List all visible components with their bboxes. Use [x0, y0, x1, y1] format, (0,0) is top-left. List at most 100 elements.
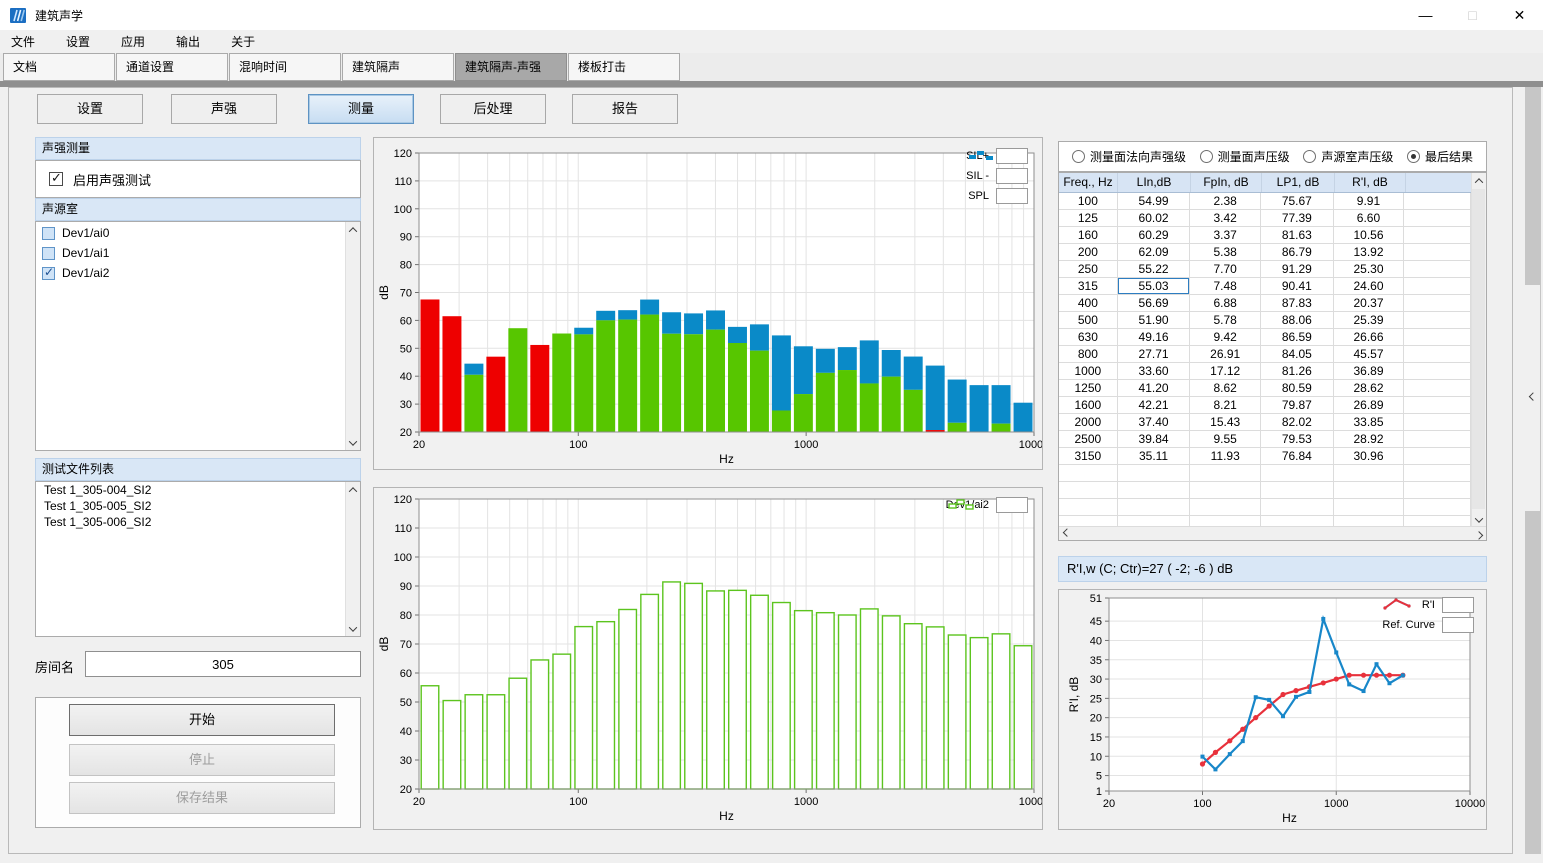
table-cell[interactable]: 800 [1059, 346, 1118, 363]
table-cell[interactable]: 37.40 [1118, 414, 1191, 431]
scroll-down-icon[interactable] [346, 621, 361, 636]
table-cell[interactable]: 2.38 [1190, 193, 1261, 210]
start-button[interactable]: 开始 [69, 704, 335, 736]
table-cell[interactable]: 8.62 [1190, 380, 1261, 397]
subtab-4[interactable]: 报告 [572, 94, 678, 124]
close-button[interactable]: ✕ [1496, 0, 1543, 30]
table-cell[interactable]: 55.03 [1118, 278, 1191, 295]
table-horizontal-scrollbar[interactable] [1059, 526, 1486, 540]
table-cell[interactable]: 30.96 [1334, 448, 1405, 465]
table-cell[interactable]: 26.91 [1190, 346, 1261, 363]
channel-item-0[interactable]: Dev1/ai0 [36, 224, 345, 242]
table-scrollbar-thumb[interactable] [1472, 189, 1485, 509]
table-cell[interactable]: 9.91 [1334, 193, 1405, 210]
table-cell[interactable]: 1250 [1059, 380, 1118, 397]
maximize-button[interactable]: □ [1449, 0, 1496, 30]
table-cell[interactable]: 1000 [1059, 363, 1118, 380]
menu-item-1[interactable]: 设置 [57, 30, 99, 53]
table-cell[interactable]: 5.78 [1190, 312, 1261, 329]
table-cell[interactable]: 33.60 [1118, 363, 1191, 380]
table-cell[interactable]: 45.57 [1334, 346, 1405, 363]
table-cell[interactable]: 51.90 [1118, 312, 1191, 329]
table-cell[interactable]: 3150 [1059, 448, 1118, 465]
table-cell[interactable]: 5.38 [1190, 244, 1261, 261]
radio-option-0[interactable]: 测量面法向声强级 [1072, 148, 1186, 165]
channel-item-1[interactable]: Dev1/ai1 [36, 244, 345, 262]
table-cell[interactable]: 81.63 [1261, 227, 1334, 244]
table-cell[interactable]: 6.60 [1334, 210, 1405, 227]
table-cell[interactable]: 7.70 [1190, 261, 1261, 278]
table-cell[interactable]: 250 [1059, 261, 1118, 278]
table-cell[interactable]: 200 [1059, 244, 1118, 261]
table-cell[interactable]: 79.53 [1261, 431, 1334, 448]
subtab-1[interactable]: 声强 [171, 94, 277, 124]
table-cell[interactable]: 79.87 [1261, 397, 1334, 414]
minimize-button[interactable]: — [1402, 0, 1449, 30]
table-cell[interactable]: 24.60 [1334, 278, 1405, 295]
table-cell[interactable]: 9.42 [1190, 329, 1261, 346]
table-cell[interactable]: 125 [1059, 210, 1118, 227]
table-cell[interactable]: 17.12 [1190, 363, 1261, 380]
table-cell[interactable]: 8.21 [1190, 397, 1261, 414]
table-cell[interactable]: 86.79 [1261, 244, 1334, 261]
channel-item-2[interactable]: Dev1/ai2 [36, 264, 345, 282]
table-cell[interactable]: 87.83 [1261, 295, 1334, 312]
tab-5[interactable]: 楼板打击 [568, 53, 680, 81]
source-list-scrollbar[interactable] [345, 222, 360, 450]
table-cell[interactable]: 26.89 [1334, 397, 1405, 414]
table-cell[interactable]: 28.92 [1334, 431, 1405, 448]
table-cell[interactable]: 3.37 [1190, 227, 1261, 244]
table-cell[interactable]: 75.67 [1261, 193, 1334, 210]
table-cell[interactable]: 9.55 [1190, 431, 1261, 448]
scroll-up-icon[interactable] [346, 222, 361, 237]
table-cell[interactable]: 10.56 [1334, 227, 1405, 244]
table-cell[interactable]: 54.99 [1118, 193, 1191, 210]
scroll-left-icon[interactable] [1059, 526, 1074, 541]
menu-item-3[interactable]: 输出 [167, 30, 209, 53]
tab-4[interactable]: 建筑隔声-声强 [455, 53, 567, 81]
table-cell[interactable]: 49.16 [1118, 329, 1191, 346]
table-cell[interactable]: 500 [1059, 312, 1118, 329]
table-cell[interactable]: 26.66 [1334, 329, 1405, 346]
table-cell[interactable]: 28.62 [1334, 380, 1405, 397]
menu-item-4[interactable]: 关于 [222, 30, 264, 53]
table-cell[interactable]: 20.37 [1334, 295, 1405, 312]
table-cell[interactable]: 88.06 [1261, 312, 1334, 329]
table-cell[interactable]: 27.71 [1118, 346, 1191, 363]
table-cell[interactable]: 25.30 [1334, 261, 1405, 278]
table-cell[interactable]: 90.41 [1261, 278, 1334, 295]
table-cell[interactable]: 36.89 [1334, 363, 1405, 380]
menu-item-2[interactable]: 应用 [112, 30, 154, 53]
table-cell[interactable]: 7.48 [1190, 278, 1261, 295]
scroll-right-icon[interactable] [1471, 526, 1486, 541]
subtab-2[interactable]: 测量 [308, 94, 414, 124]
table-cell[interactable]: 41.20 [1118, 380, 1191, 397]
table-cell[interactable]: 3.42 [1190, 210, 1261, 227]
channel-checkbox[interactable] [42, 267, 55, 280]
table-cell[interactable]: 13.92 [1334, 244, 1405, 261]
scroll-down-icon[interactable] [1472, 512, 1487, 527]
table-cell[interactable]: 6.88 [1190, 295, 1261, 312]
room-name-input[interactable] [85, 651, 361, 677]
tab-2[interactable]: 混响时间 [229, 53, 341, 81]
table-cell[interactable]: 55.22 [1118, 261, 1191, 278]
radio-option-2[interactable]: 声源室声压级 [1303, 148, 1393, 165]
table-cell[interactable]: 630 [1059, 329, 1118, 346]
enable-intensity-checkbox[interactable] [49, 172, 63, 186]
table-cell[interactable]: 39.84 [1118, 431, 1191, 448]
tab-3[interactable]: 建筑隔声 [342, 53, 454, 81]
radio-option-1[interactable]: 测量面声压级 [1200, 148, 1290, 165]
table-cell[interactable]: 1600 [1059, 397, 1118, 414]
table-cell[interactable]: 84.05 [1261, 346, 1334, 363]
table-cell[interactable]: 76.84 [1261, 448, 1334, 465]
table-cell[interactable]: 80.59 [1261, 380, 1334, 397]
table-cell[interactable]: 82.02 [1261, 414, 1334, 431]
table-cell[interactable]: 35.11 [1118, 448, 1191, 465]
table-cell[interactable]: 81.26 [1261, 363, 1334, 380]
table-cell[interactable]: 25.39 [1334, 312, 1405, 329]
table-cell[interactable]: 91.29 [1261, 261, 1334, 278]
table-cell[interactable]: 100 [1059, 193, 1118, 210]
table-cell[interactable]: 86.59 [1261, 329, 1334, 346]
file-item-1[interactable]: Test 1_305-005_SI2 [36, 499, 345, 514]
table-cell[interactable]: 60.29 [1118, 227, 1191, 244]
